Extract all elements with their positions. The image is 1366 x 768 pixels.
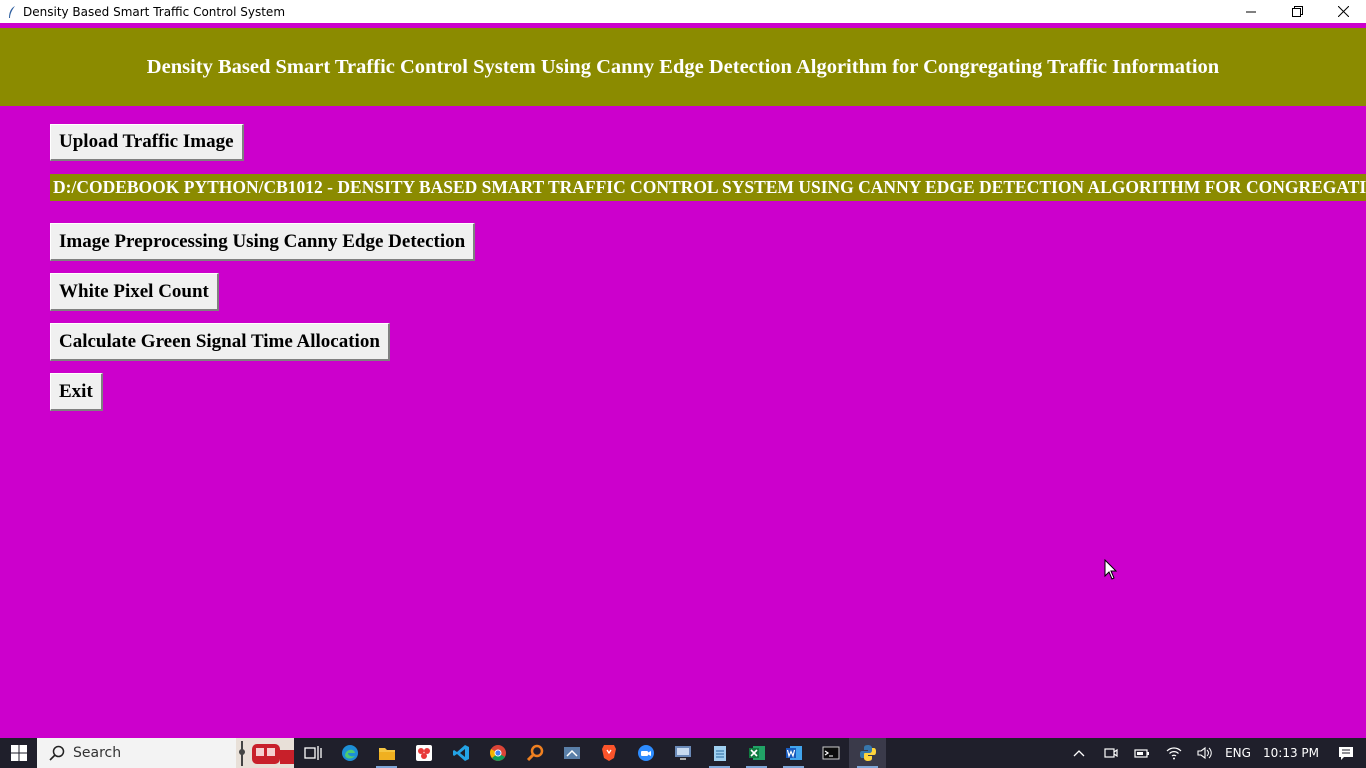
- search-placeholder: Search: [73, 745, 122, 761]
- task-view-icon[interactable]: [294, 738, 331, 768]
- taskbar: Search ENG 10:13 PM: [0, 738, 1366, 768]
- brave-icon[interactable]: [590, 738, 627, 768]
- chrome-icon[interactable]: [479, 738, 516, 768]
- header-banner: Density Based Smart Traffic Control Syst…: [0, 28, 1366, 106]
- header-title: Density Based Smart Traffic Control Syst…: [146, 55, 1220, 78]
- search-tool-icon[interactable]: [516, 738, 553, 768]
- exit-button[interactable]: Exit: [50, 373, 103, 411]
- word-icon[interactable]: [775, 738, 812, 768]
- feather-app-icon: [4, 4, 20, 20]
- notepad-icon[interactable]: [701, 738, 738, 768]
- taskbar-search-box[interactable]: Search: [37, 738, 294, 768]
- taskbar-pinned-apps: [294, 738, 886, 768]
- notification-icon[interactable]: [1326, 738, 1366, 768]
- meet-now-icon[interactable]: [1096, 738, 1126, 768]
- restore-button[interactable]: [1274, 0, 1320, 23]
- battery-icon[interactable]: [1126, 738, 1158, 768]
- search-icon: [49, 745, 65, 761]
- windows-logo-icon: [10, 745, 27, 761]
- clock-time[interactable]: 10:13 PM: [1256, 738, 1326, 768]
- window-titlebar: Density Based Smart Traffic Control Syst…: [0, 0, 1366, 23]
- search-highlight-icon: [236, 738, 294, 768]
- snipping-icon[interactable]: [553, 738, 590, 768]
- edge-icon[interactable]: [331, 738, 368, 768]
- upload-traffic-image-button[interactable]: Upload Traffic Image: [50, 124, 244, 161]
- chevron-up-icon[interactable]: [1062, 738, 1096, 768]
- close-icon: [1337, 6, 1349, 17]
- start-button[interactable]: [0, 738, 37, 768]
- minimize-button[interactable]: [1228, 0, 1274, 23]
- window-title: Density Based Smart Traffic Control Syst…: [23, 4, 286, 19]
- python-icon[interactable]: [849, 738, 886, 768]
- system-tray: ENG 10:13 PM: [1062, 738, 1366, 768]
- volume-icon[interactable]: [1190, 738, 1220, 768]
- zoom-icon[interactable]: [627, 738, 664, 768]
- minimize-icon: [1246, 11, 1256, 12]
- selected-file-path-label: D:/CODEBOOK PYTHON/CB1012 - DENSITY BASE…: [50, 174, 1366, 201]
- white-pixel-count-button[interactable]: White Pixel Count: [50, 273, 219, 311]
- window-controls: [1228, 0, 1366, 23]
- red-app-icon[interactable]: [405, 738, 442, 768]
- vscode-icon[interactable]: [442, 738, 479, 768]
- wifi-icon[interactable]: [1158, 738, 1190, 768]
- excel-icon[interactable]: [738, 738, 775, 768]
- restore-icon: [1291, 6, 1303, 17]
- image-preprocessing-button[interactable]: Image Preprocessing Using Canny Edge Det…: [50, 223, 476, 261]
- green-signal-time-button[interactable]: Calculate Green Signal Time Allocation: [50, 323, 390, 361]
- mouse-cursor-icon: [1104, 558, 1118, 586]
- close-button[interactable]: [1320, 0, 1366, 23]
- terminal-icon[interactable]: [812, 738, 849, 768]
- language-indicator[interactable]: ENG: [1220, 738, 1256, 768]
- remote-desktop-icon[interactable]: [664, 738, 701, 768]
- file-explorer-icon[interactable]: [368, 738, 405, 768]
